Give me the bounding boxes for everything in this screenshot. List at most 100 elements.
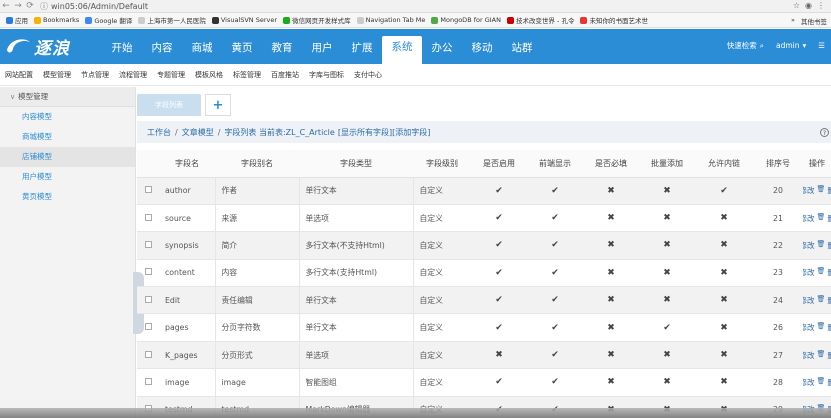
col-required[interactable]: 是否必填 — [583, 150, 639, 178]
bookmark-mongodb[interactable]: MongoDB for GIAN — [431, 16, 501, 24]
caret-down-icon[interactable]: ▾ — [803, 41, 807, 50]
subnav-special-manage[interactable]: 专题管理 — [157, 70, 185, 80]
show-all-fields-link[interactable]: [显示所有字段] — [338, 127, 392, 138]
subnav-site-config[interactable]: 网站配置 — [5, 70, 33, 80]
subnav-fonts-icons[interactable]: 字库与图标 — [309, 70, 344, 80]
menu-icon[interactable]: ☰ — [818, 41, 825, 50]
delete-link[interactable]: 删除 — [827, 350, 831, 361]
bookmark-apps[interactable]: 应用 — [6, 15, 28, 25]
tab-field-list[interactable]: 字段列表 — [137, 94, 201, 116]
subnav-node-manage[interactable]: 节点管理 — [81, 70, 109, 80]
edit-link[interactable]: 修改 — [803, 240, 815, 251]
subnav-tag-manage[interactable]: 标签管理 — [233, 70, 261, 80]
sidebar-item-store-model[interactable]: 店铺模型 — [0, 147, 135, 167]
bookmark-visualsvn[interactable]: VisualSVN Server — [211, 16, 277, 24]
delete-icon[interactable]: 🗑 — [817, 240, 826, 251]
delete-link[interactable]: 删除 — [827, 185, 831, 196]
nav-shop[interactable]: 商城 — [182, 29, 222, 64]
row-checkbox[interactable] — [144, 295, 152, 303]
bookmarks-more[interactable]: » — [791, 16, 795, 26]
menu-icon[interactable]: ⋮ — [817, 1, 825, 10]
sidebar-item-shop-model[interactable]: 商城模型 — [0, 127, 135, 147]
col-field-type[interactable]: 字段类型 — [299, 150, 413, 178]
delete-icon[interactable]: 🗑 — [817, 322, 826, 333]
nav-content[interactable]: 内容 — [142, 29, 182, 64]
subnav-baidu-push[interactable]: 百度推站 — [271, 70, 299, 80]
add-field-link[interactable]: [添加字段] — [392, 127, 430, 138]
breadcrumb-article-model[interactable]: 文章模型 — [182, 127, 214, 138]
col-allow-inner-link[interactable]: 允许内链 — [695, 150, 753, 178]
delete-icon[interactable]: 🗑 — [817, 213, 826, 224]
delete-icon[interactable]: 🗑 — [817, 185, 826, 196]
col-order[interactable]: 排序号 — [753, 150, 803, 178]
quick-search-label[interactable]: 快速检索 — [727, 40, 757, 51]
breadcrumb-workbench[interactable]: 工作台 — [147, 127, 171, 138]
forward-icon[interactable]: → — [12, 0, 24, 12]
edit-link[interactable]: 修改 — [803, 322, 815, 333]
row-checkbox[interactable] — [144, 240, 152, 248]
logo[interactable]: 逐浪 — [4, 34, 70, 59]
bookmark-hospital[interactable]: 上海市第一人民医院 — [138, 15, 206, 25]
subnav-model-manage[interactable]: 模型管理 — [43, 70, 71, 80]
nav-start[interactable]: 开始 — [102, 29, 142, 64]
nav-mobile[interactable]: 移动 — [462, 29, 502, 64]
delete-link[interactable]: 删除 — [827, 213, 831, 224]
delete-icon[interactable]: 🗑 — [817, 267, 826, 278]
col-front-display[interactable]: 前端显示 — [527, 150, 583, 178]
delete-link[interactable]: 删除 — [827, 377, 831, 388]
row-checkbox[interactable] — [144, 350, 152, 358]
bookmark-art[interactable]: 未知你的书面艺术世 — [580, 15, 648, 25]
sidebar-item-yellow-pages-model[interactable]: 黄页模型 — [0, 187, 135, 207]
delete-link[interactable]: 删除 — [827, 267, 831, 278]
bookmark-wechat[interactable]: 微信网页开发样式库 — [283, 15, 351, 25]
delete-icon[interactable]: 🗑 — [817, 295, 826, 306]
add-tab-button[interactable]: + — [205, 94, 231, 116]
nav-extend[interactable]: 扩展 — [342, 29, 382, 64]
user-menu[interactable]: admin — [776, 41, 800, 50]
delete-icon[interactable]: 🗑 — [817, 350, 826, 361]
edit-link[interactable]: 修改 — [803, 213, 815, 224]
delete-icon[interactable]: 🗑 — [817, 377, 826, 388]
col-field-level[interactable]: 字段级别 — [413, 150, 471, 178]
delete-link[interactable]: 删除 — [827, 295, 831, 306]
subnav-flow-manage[interactable]: 流程管理 — [119, 70, 147, 80]
extension-icon[interactable]: ◉ — [805, 1, 812, 10]
col-field-name[interactable]: 字段名 — [159, 150, 215, 178]
other-bookmarks[interactable]: 其他书签 — [801, 16, 827, 26]
edit-link[interactable]: 修改 — [803, 350, 815, 361]
delete-link[interactable]: 删除 — [827, 240, 831, 251]
subnav-payment[interactable]: 支付中心 — [354, 70, 382, 80]
nav-office[interactable]: 办公 — [422, 29, 462, 64]
edit-link[interactable]: 修改 — [803, 377, 815, 388]
edit-link[interactable]: 修改 — [803, 295, 815, 306]
help-icon[interactable]: ? — [820, 128, 829, 137]
nav-site-group[interactable]: 站群 — [502, 29, 542, 64]
search-icon[interactable]: ⌕ — [760, 41, 764, 51]
row-checkbox[interactable] — [144, 213, 152, 221]
subnav-template-style[interactable]: 模板风格 — [195, 70, 223, 80]
row-checkbox[interactable] — [144, 186, 152, 194]
back-icon[interactable]: ← — [0, 0, 12, 12]
sidebar-item-user-model[interactable]: 用户模型 — [0, 167, 135, 187]
row-checkbox[interactable] — [144, 323, 152, 331]
bookmark-navigation-tab[interactable]: Navigation Tab Me — [356, 16, 425, 24]
col-enabled[interactable]: 是否启用 — [471, 150, 527, 178]
edit-link[interactable]: 修改 — [803, 267, 815, 278]
sidebar-item-content-model[interactable]: 内容模型 — [0, 107, 135, 127]
reload-icon[interactable]: ⟳ — [24, 0, 36, 12]
url-field[interactable]: ⓘ win05:06/Admin/Default — [40, 1, 740, 12]
bookmark-google-translate[interactable]: Google 翻译 — [85, 15, 132, 25]
nav-system[interactable]: 系统 — [382, 36, 422, 64]
edit-link[interactable]: 修改 — [803, 185, 815, 196]
nav-education[interactable]: 教育 — [262, 29, 302, 64]
col-batch-add[interactable]: 批量添加 — [639, 150, 695, 178]
nav-yellow-pages[interactable]: 黄页 — [222, 29, 262, 64]
nav-users[interactable]: 用户 — [302, 29, 342, 64]
sidebar-head[interactable]: ∨ 模型管理 — [0, 87, 135, 107]
row-checkbox[interactable] — [144, 268, 152, 276]
col-field-alias[interactable]: 字段别名 — [215, 150, 299, 178]
star-icon[interactable]: ☆ — [793, 1, 800, 10]
bookmark-tech[interactable]: 技术改变世界 - 孔令 — [506, 15, 574, 25]
delete-link[interactable]: 删除 — [827, 322, 831, 333]
bookmark-bookmarks[interactable]: Bookmarks — [34, 16, 79, 24]
